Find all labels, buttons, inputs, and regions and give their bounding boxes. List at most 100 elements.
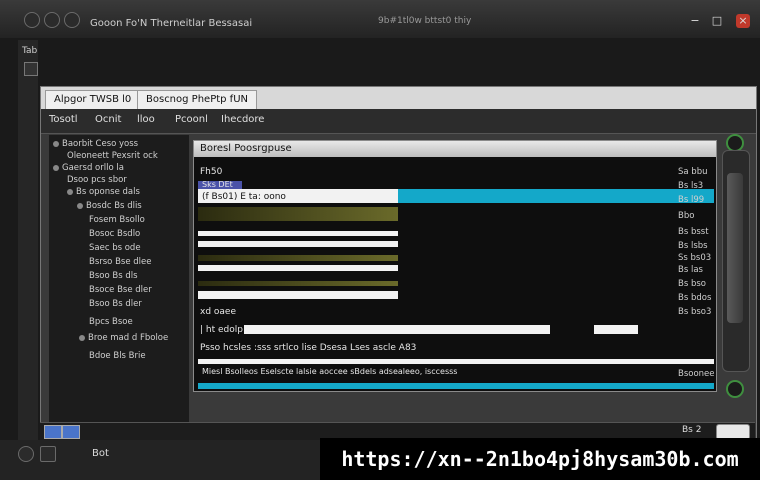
list-row[interactable] [198, 291, 398, 299]
left-strip-label: Tab [22, 46, 38, 56]
scroll-thumb[interactable] [727, 173, 743, 323]
progress-bar-fill [398, 189, 714, 203]
action-button[interactable] [594, 325, 638, 334]
tree-item[interactable]: Bosoc Bsdlo [89, 229, 140, 239]
network-icon[interactable] [18, 446, 34, 462]
tab-primary-label: Alpgor TWSB l0 [54, 94, 132, 105]
maximize-button[interactable]: □ [710, 14, 724, 28]
right-value: Ss bs03 [678, 253, 712, 263]
tree-item[interactable]: Bsoo Bs dler [89, 299, 142, 309]
tree-item-label: Gaersd orllo la [62, 163, 124, 173]
dialog-row-label: Psso hcsles :sss srtlco lise Dsesa Lses … [200, 343, 417, 353]
bottom-progress-fill [198, 383, 714, 389]
tree-item-label: Bdoe Bls Brie [89, 351, 146, 361]
toolbar-item-1[interactable]: Tosotl [49, 114, 78, 125]
dialog-row-label: Fh50 [200, 167, 223, 177]
right-value: Bsoonee [678, 369, 715, 379]
dialog-title: Boresl Poosrgpuse [200, 143, 292, 154]
list-row[interactable] [198, 265, 398, 271]
progress-dialog: Boresl Poosrgpuse Fh50 Sks DEt (f Bs01) … [193, 140, 717, 392]
dialog-row-label: Sks DEt [202, 180, 233, 189]
tree-item[interactable]: Bsrso Bse dlee [89, 257, 152, 267]
status-flag-icon[interactable] [44, 425, 62, 439]
progress-bar-track [198, 207, 398, 221]
tree-item[interactable]: Bs oponse dals [67, 187, 140, 197]
tree-item[interactable]: Oleoneett Pexsrit ock [67, 151, 158, 161]
list-row[interactable] [198, 255, 398, 261]
toolbar-item-4[interactable]: Pcoonl [175, 114, 208, 125]
tree-item[interactable]: Baorbit Ceso yoss [53, 139, 138, 149]
home-icon[interactable] [64, 12, 80, 28]
right-value: Bs bso [678, 279, 706, 289]
close-button[interactable]: × [736, 14, 750, 28]
node-icon [79, 334, 85, 341]
dialog-row-label: | ht edolp [200, 325, 243, 335]
tree-item-label: Bsoo Bs dls [89, 271, 138, 281]
tree-item-label: Baorbit Ceso yoss [62, 139, 139, 149]
tree-item[interactable]: Bosdc Bs dlis [77, 201, 142, 211]
right-value: Bs bso3 [678, 307, 712, 317]
tree-item[interactable]: Fosem Bsollo [89, 215, 145, 225]
tree-item-label: Bsoo Bs dler [89, 299, 142, 309]
tree-item-label: Dsoo pcs sbor [67, 175, 127, 185]
tree-item-label: Saec bs ode [89, 243, 141, 253]
right-value: Bs ls3 [678, 181, 704, 191]
list-row[interactable] [198, 359, 714, 364]
vertical-scrollbar[interactable] [722, 150, 750, 372]
folder-icon[interactable] [24, 62, 38, 76]
tab-secondary[interactable]: Boscnog PhePtp fUN [137, 90, 257, 109]
tree-item[interactable]: Dsoo pcs sbor [67, 175, 127, 185]
tree-item[interactable]: Saec bs ode [89, 243, 141, 253]
toolbar: Tosotl Ocnit lloo Pcoonl Ihecdore [41, 109, 756, 134]
volume-icon[interactable] [40, 446, 56, 462]
bottom-label: Bot [92, 448, 109, 459]
toolbar-item-5[interactable]: Ihecdore [221, 114, 264, 125]
right-value: Bbo [678, 211, 695, 221]
list-row[interactable] [198, 281, 398, 286]
node-icon [53, 164, 59, 171]
title-center-text: 9b#1tl0w bttst0 thiy [378, 16, 472, 26]
node-icon [67, 188, 73, 195]
refresh-icon[interactable] [44, 12, 60, 28]
tree-item[interactable]: Gaersd orllo la [53, 163, 124, 173]
tab-strip: Alpgor TWSB l0 Boscnog PhePtp fUN [41, 87, 756, 109]
tree-item-label: Bs oponse dals [76, 187, 140, 197]
minimize-button[interactable]: − [688, 14, 702, 28]
right-value: Bs lsbs [678, 241, 708, 251]
name-field[interactable] [244, 325, 550, 334]
window-titlebar: Gooon Fo'N Therneitlar Bessasai 9b#1tl0w… [0, 0, 760, 38]
toolbar-item-2[interactable]: Ocnit [95, 114, 121, 125]
dialog-titlebar: Boresl Poosrgpuse [194, 141, 716, 157]
left-strip [18, 40, 38, 440]
list-row[interactable] [198, 231, 398, 236]
status-text: Bs 2 [682, 425, 702, 435]
tab-primary[interactable]: Alpgor TWSB l0 [45, 90, 141, 109]
node-icon [53, 140, 59, 147]
tree-item[interactable]: Broe mad d Fboloe [79, 333, 168, 343]
dialog-row-label: Miesl Bsolleos Eselscte lalsie aoccee sB… [202, 367, 458, 376]
tree-item-label: Bsoce Bse dler [89, 285, 152, 295]
status-flag-icon[interactable] [62, 425, 80, 439]
tree-item[interactable]: Bdoe Bls Brie [89, 351, 146, 361]
dialog-row-label: xd oaee [200, 307, 236, 317]
toolbar-item-3[interactable]: lloo [137, 114, 155, 125]
tree-item-label: Bosdc Bs dlis [86, 201, 142, 211]
url-watermark: https://xn--2n1bo4pj8hysam30b.com [320, 438, 760, 480]
app-icon[interactable] [24, 12, 40, 28]
tree-item[interactable]: Bsoo Bs dls [89, 271, 138, 281]
tab-secondary-label: Boscnog PhePtp fUN [146, 94, 248, 105]
node-icon [77, 202, 83, 209]
tree-item-label: Bosoc Bsdlo [89, 229, 141, 239]
tree-item[interactable]: Bsoce Bse dler [89, 285, 152, 295]
tree-panel: Baorbit Ceso yoss Oleoneett Pexsrit ock … [49, 135, 189, 425]
list-row[interactable] [198, 241, 398, 247]
right-value: Bs l99 [678, 195, 705, 205]
tree-item-label: Bsrso Bse dlee [89, 257, 152, 267]
window-title: Gooon Fo'N Therneitlar Bessasai [90, 18, 253, 29]
scroll-down-button[interactable] [726, 380, 744, 398]
dialog-row-label: (f Bs01) E ta: oono [202, 192, 286, 202]
tree-item-label: Fosem Bsollo [89, 215, 145, 225]
tree-item-label: Broe mad d Fboloe [88, 333, 169, 343]
right-value: Bs bdos [678, 293, 712, 303]
tree-item[interactable]: Bpcs Bsoe [89, 317, 133, 327]
